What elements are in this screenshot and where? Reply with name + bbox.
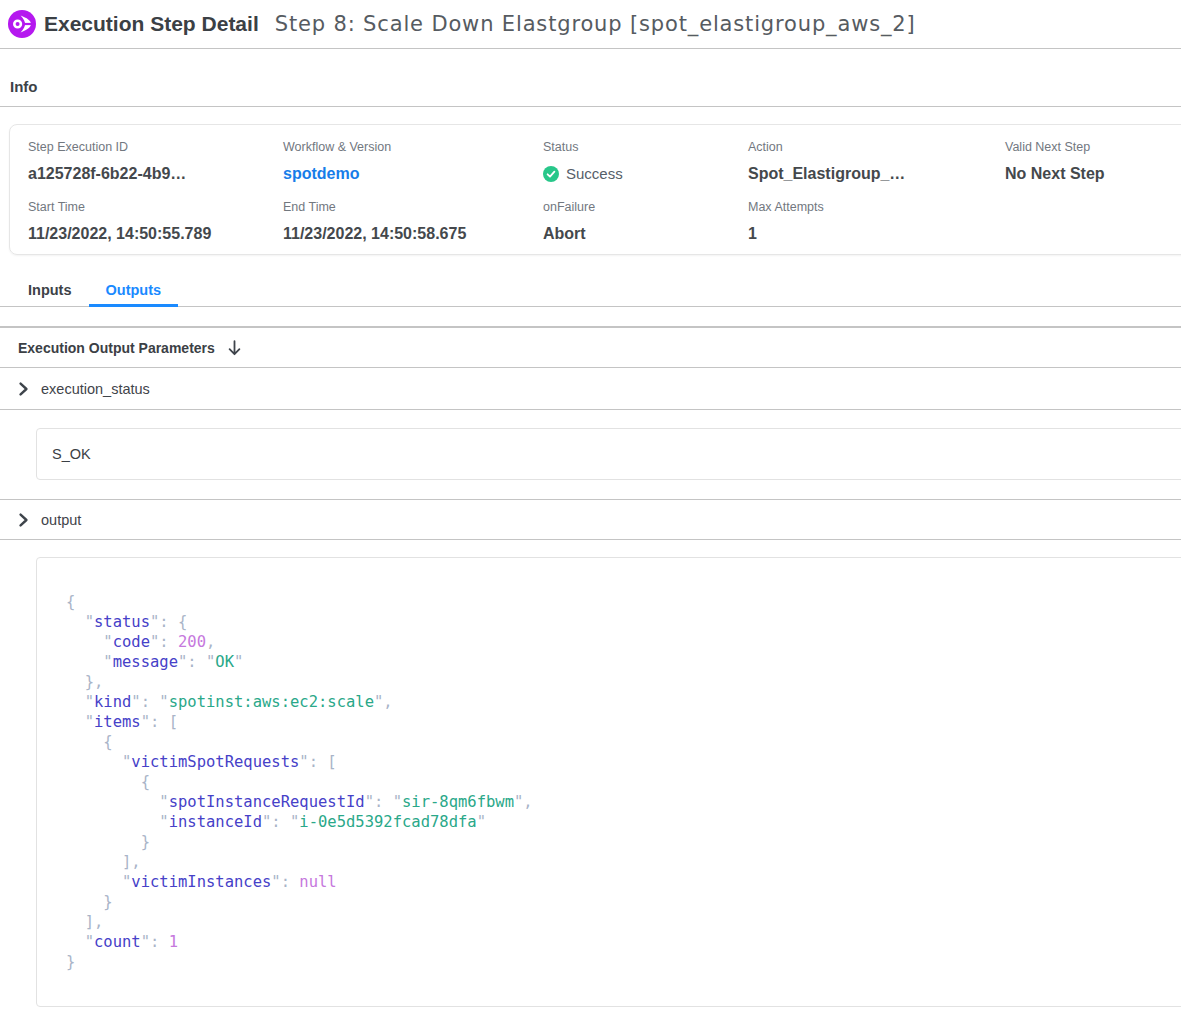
info-field-value: 11/23/2022, 14:50:58.675 <box>283 225 543 242</box>
info-field-label: Step Execution ID <box>28 140 283 154</box>
arrow-down-icon[interactable] <box>227 340 242 356</box>
info-field-max-attempts: Max Attempts 1 <box>748 200 1005 242</box>
tab-bar: InputsOutputs <box>0 255 1181 307</box>
param-name: execution_status <box>41 381 150 397</box>
info-field-label: onFailure <box>543 200 748 214</box>
info-field-label: Status <box>543 140 748 154</box>
info-field-action: Action Spot_Elastigroup_… <box>748 140 1005 182</box>
info-field-step-execution-id: Step Execution ID a125728f-6b22-4b9… <box>28 140 283 182</box>
chevron-right-icon <box>16 382 30 396</box>
page-subtitle: Step 8: Scale Down Elastgroup [spot_elas… <box>275 12 916 36</box>
info-section-heading: Info <box>0 49 1181 107</box>
info-field-value[interactable]: spotdemo <box>283 165 543 182</box>
info-field-value: 11/23/2022, 14:50:55.789 <box>28 225 283 242</box>
info-field-value: No Next Step <box>1005 165 1181 182</box>
info-field-value: Spot_Elastigroup_… <box>748 165 1005 182</box>
info-field-label: Start Time <box>28 200 283 214</box>
info-field-value: 1 <box>748 225 1005 242</box>
info-field-workflow-version: Workflow & Version spotdemo <box>283 140 543 182</box>
info-field-status: Status Success <box>543 140 748 182</box>
app-header: Execution Step Detail Step 8: Scale Down… <box>0 0 1181 49</box>
execution-status-value-box: S_OK <box>36 428 1181 480</box>
param-row-execution-status[interactable]: execution_status <box>0 368 1181 410</box>
tab-inputs[interactable]: Inputs <box>11 255 89 306</box>
tab-outputs[interactable]: Outputs <box>89 255 179 306</box>
param-row-output[interactable]: output <box>0 500 1181 540</box>
info-field-valid-next-step: Valid Next Step No Next Step <box>1005 140 1181 182</box>
info-field-label: Workflow & Version <box>283 140 543 154</box>
params-title: Execution Output Parameters <box>18 340 215 356</box>
chevron-right-icon <box>16 513 30 527</box>
spot-logo-icon <box>8 10 36 38</box>
info-field-label: Max Attempts <box>748 200 1005 214</box>
info-field-label: Valid Next Step <box>1005 140 1181 154</box>
success-check-icon <box>543 166 559 182</box>
output-json-box: { "status": { "code": 200, "message": "O… <box>36 557 1181 1007</box>
info-field-label: Action <box>748 140 1005 154</box>
page-title: Execution Step Detail <box>44 12 259 36</box>
execution-status-value: S_OK <box>52 446 91 462</box>
info-field-value: Abort <box>543 225 748 242</box>
info-field-value: a125728f-6b22-4b9… <box>28 165 283 182</box>
param-name: output <box>41 512 81 528</box>
output-json-code: { "status": { "code": 200, "message": "O… <box>37 558 1181 972</box>
info-card: Step Execution ID a125728f-6b22-4b9… Wor… <box>9 124 1181 255</box>
info-field-end-time: End Time 11/23/2022, 14:50:58.675 <box>283 200 543 242</box>
info-field-label: End Time <box>283 200 543 214</box>
info-field-value: Success <box>543 165 748 182</box>
info-field-onfailure: onFailure Abort <box>543 200 748 242</box>
info-field-start-time: Start Time 11/23/2022, 14:50:55.789 <box>28 200 283 242</box>
params-header: Execution Output Parameters <box>0 328 1181 368</box>
